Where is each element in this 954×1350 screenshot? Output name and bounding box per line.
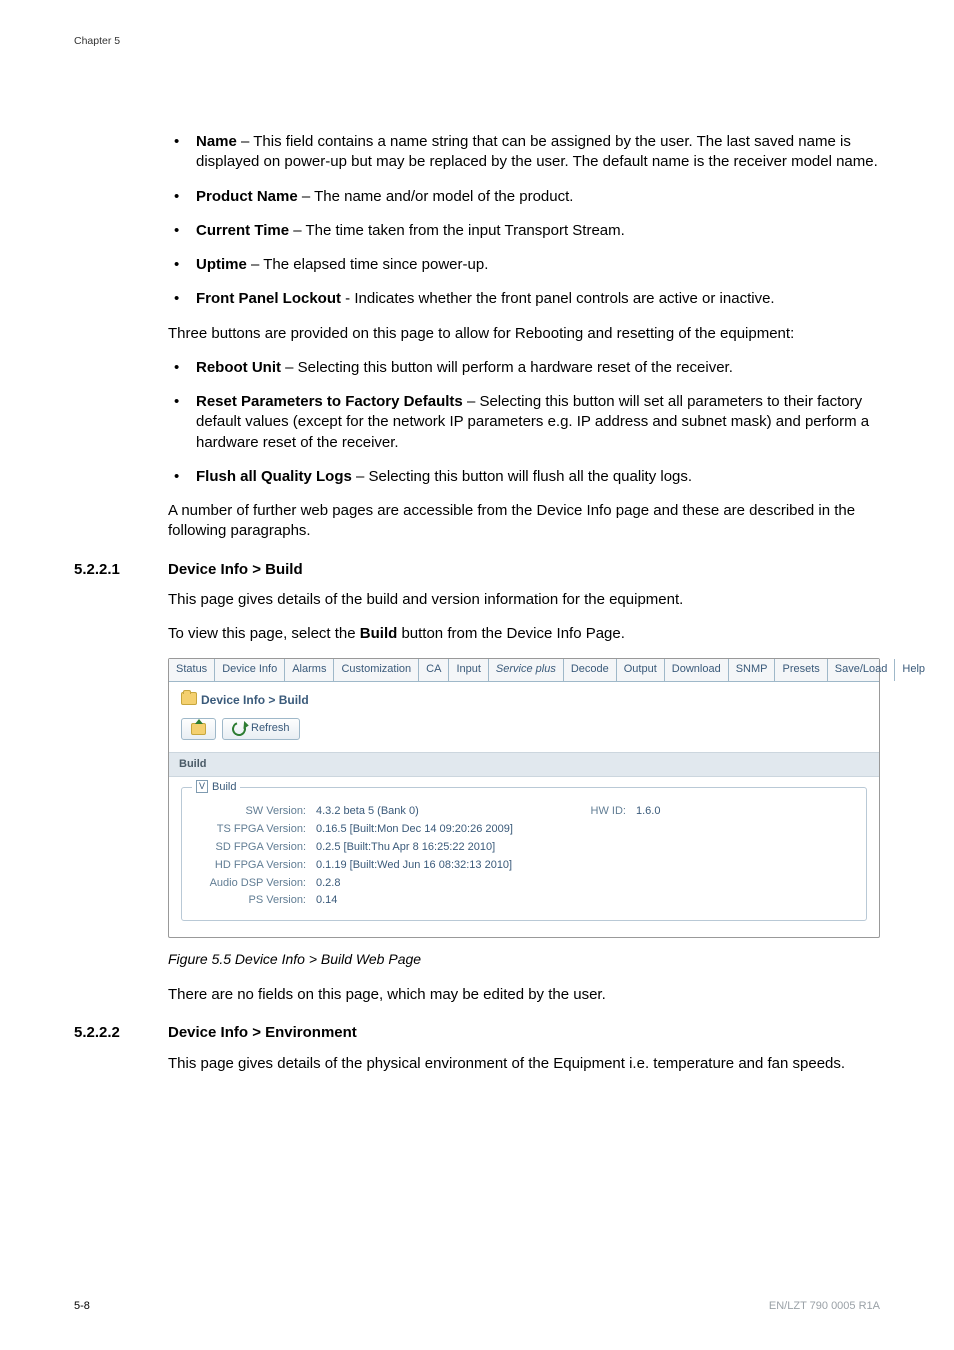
tab-output[interactable]: Output bbox=[617, 659, 665, 681]
page-number: 5-8 bbox=[74, 1299, 90, 1314]
refresh-label: Refresh bbox=[251, 721, 290, 736]
list-item: Reset Parameters to Factory Defaults – S… bbox=[168, 392, 880, 453]
tab-download[interactable]: Download bbox=[665, 659, 729, 681]
term: Name bbox=[196, 133, 237, 150]
tab-device-info[interactable]: Device Info bbox=[215, 659, 285, 681]
term: Product Name bbox=[196, 188, 298, 205]
kv-val: 1.6.0 bbox=[636, 804, 852, 819]
toolbar: Refresh bbox=[181, 718, 867, 740]
refresh-button[interactable]: Refresh bbox=[222, 718, 300, 740]
breadcrumb-text: Device Info > Build bbox=[201, 693, 309, 707]
term-rest: - Indicates whether the front panel cont… bbox=[341, 290, 775, 307]
kv-val: 0.2.5 [Built:Thu Apr 8 16:25:22 2010] bbox=[316, 840, 576, 855]
paragraph: This page gives details of the physical … bbox=[168, 1054, 880, 1074]
paragraph: A number of further web pages are access… bbox=[168, 501, 880, 542]
list-item: Product Name – The name and/or model of … bbox=[168, 187, 880, 207]
kv-key: PS Version: bbox=[196, 893, 316, 908]
folder-icon bbox=[181, 692, 197, 705]
term: Current Time bbox=[196, 222, 289, 239]
tab-customization[interactable]: Customization bbox=[334, 659, 419, 681]
text: button from the Device Info Page. bbox=[397, 625, 625, 642]
kv-key: Audio DSP Version: bbox=[196, 876, 316, 891]
term: Reset Parameters to Factory Defaults bbox=[196, 393, 463, 410]
heading-number: 5.2.2.2 bbox=[74, 1023, 168, 1043]
tab-ca[interactable]: CA bbox=[419, 659, 449, 681]
heading-title: Device Info > Build bbox=[168, 560, 303, 580]
section-build: Build bbox=[169, 752, 879, 777]
kv-key: SD FPGA Version: bbox=[196, 840, 316, 855]
tab-presets[interactable]: Presets bbox=[775, 659, 827, 681]
term: Uptime bbox=[196, 256, 247, 273]
list-item: Flush all Quality Logs – Selecting this … bbox=[168, 467, 880, 487]
breadcrumb: Device Info > Build bbox=[181, 692, 867, 708]
kv-val: 0.14 bbox=[316, 893, 576, 908]
list-item: Front Panel Lockout - Indicates whether … bbox=[168, 289, 880, 309]
tab-help[interactable]: Help bbox=[895, 659, 932, 681]
kv-key: HW ID: bbox=[576, 804, 636, 819]
text-bold: Build bbox=[360, 625, 398, 642]
build-screenshot: Status Device Info Alarms Customization … bbox=[168, 658, 880, 938]
tab-bar: Status Device Info Alarms Customization … bbox=[169, 659, 879, 682]
paragraph: To view this page, select the Build butt… bbox=[168, 624, 880, 644]
term: Flush all Quality Logs bbox=[196, 468, 352, 485]
term-rest: – The time taken from the input Transpor… bbox=[289, 222, 625, 239]
list-item: Reboot Unit – Selecting this button will… bbox=[168, 358, 880, 378]
page-footer: 5-8 EN/LZT 790 0005 R1A bbox=[74, 1299, 880, 1314]
heading-build: 5.2.2.1 Device Info > Build bbox=[74, 560, 880, 580]
kv-val: 4.3.2 beta 5 (Bank 0) bbox=[316, 804, 576, 819]
doc-id: EN/LZT 790 0005 R1A bbox=[769, 1299, 880, 1314]
refresh-icon bbox=[230, 720, 249, 739]
tab-save-load[interactable]: Save/Load bbox=[828, 659, 896, 681]
term: Front Panel Lockout bbox=[196, 290, 341, 307]
paragraph: Three buttons are provided on this page … bbox=[168, 324, 880, 344]
chapter-label: Chapter 5 bbox=[74, 34, 880, 48]
heading-title: Device Info > Environment bbox=[168, 1023, 357, 1043]
tab-snmp[interactable]: SNMP bbox=[729, 659, 776, 681]
kv-key: HD FPGA Version: bbox=[196, 858, 316, 873]
term: Reboot Unit bbox=[196, 359, 281, 376]
up-button[interactable] bbox=[181, 718, 216, 740]
figure-caption: Figure 5.5 Device Info > Build Web Page bbox=[168, 950, 880, 969]
collapse-icon[interactable]: V bbox=[196, 780, 208, 793]
tab-alarms[interactable]: Alarms bbox=[285, 659, 334, 681]
tab-input[interactable]: Input bbox=[449, 659, 488, 681]
mid-bullets: Reboot Unit – Selecting this button will… bbox=[168, 358, 880, 487]
tab-service-plus[interactable]: Service plus bbox=[489, 659, 564, 681]
list-item: Current Time – The time taken from the i… bbox=[168, 221, 880, 241]
term-rest: – The name and/or model of the product. bbox=[298, 188, 574, 205]
kv-key: SW Version: bbox=[196, 804, 316, 819]
build-fieldset: VBuild SW Version: 4.3.2 beta 5 (Bank 0)… bbox=[181, 787, 867, 921]
term-rest: – The elapsed time since power-up. bbox=[247, 256, 489, 273]
paragraph: This page gives details of the build and… bbox=[168, 590, 880, 610]
folder-up-icon bbox=[191, 723, 206, 735]
term-rest: – Selecting this button will flush all t… bbox=[352, 468, 692, 485]
kv-val: 0.2.8 bbox=[316, 876, 576, 891]
heading-environment: 5.2.2.2 Device Info > Environment bbox=[74, 1023, 880, 1043]
kv-val: 0.16.5 [Built:Mon Dec 14 09:20:26 2009] bbox=[316, 822, 576, 837]
paragraph: There are no fields on this page, which … bbox=[168, 985, 880, 1005]
list-item: Uptime – The elapsed time since power-up… bbox=[168, 255, 880, 275]
text: To view this page, select the bbox=[168, 625, 360, 642]
tab-status[interactable]: Status bbox=[169, 659, 215, 681]
tab-decode[interactable]: Decode bbox=[564, 659, 617, 681]
kv-val: 0.1.19 [Built:Wed Jun 16 08:32:13 2010] bbox=[316, 858, 576, 873]
heading-number: 5.2.2.1 bbox=[74, 560, 168, 580]
list-item: Name – This field contains a name string… bbox=[168, 132, 880, 173]
kv-key: TS FPGA Version: bbox=[196, 822, 316, 837]
term-rest: – This field contains a name string that… bbox=[196, 133, 878, 170]
term-rest: – Selecting this button will perform a h… bbox=[281, 359, 733, 376]
top-bullets: Name – This field contains a name string… bbox=[168, 132, 880, 310]
legend-text: Build bbox=[212, 781, 236, 793]
fieldset-legend: V Build bbox=[192, 780, 240, 795]
build-kv: SW Version: 4.3.2 beta 5 (Bank 0) HW ID:… bbox=[196, 804, 852, 908]
